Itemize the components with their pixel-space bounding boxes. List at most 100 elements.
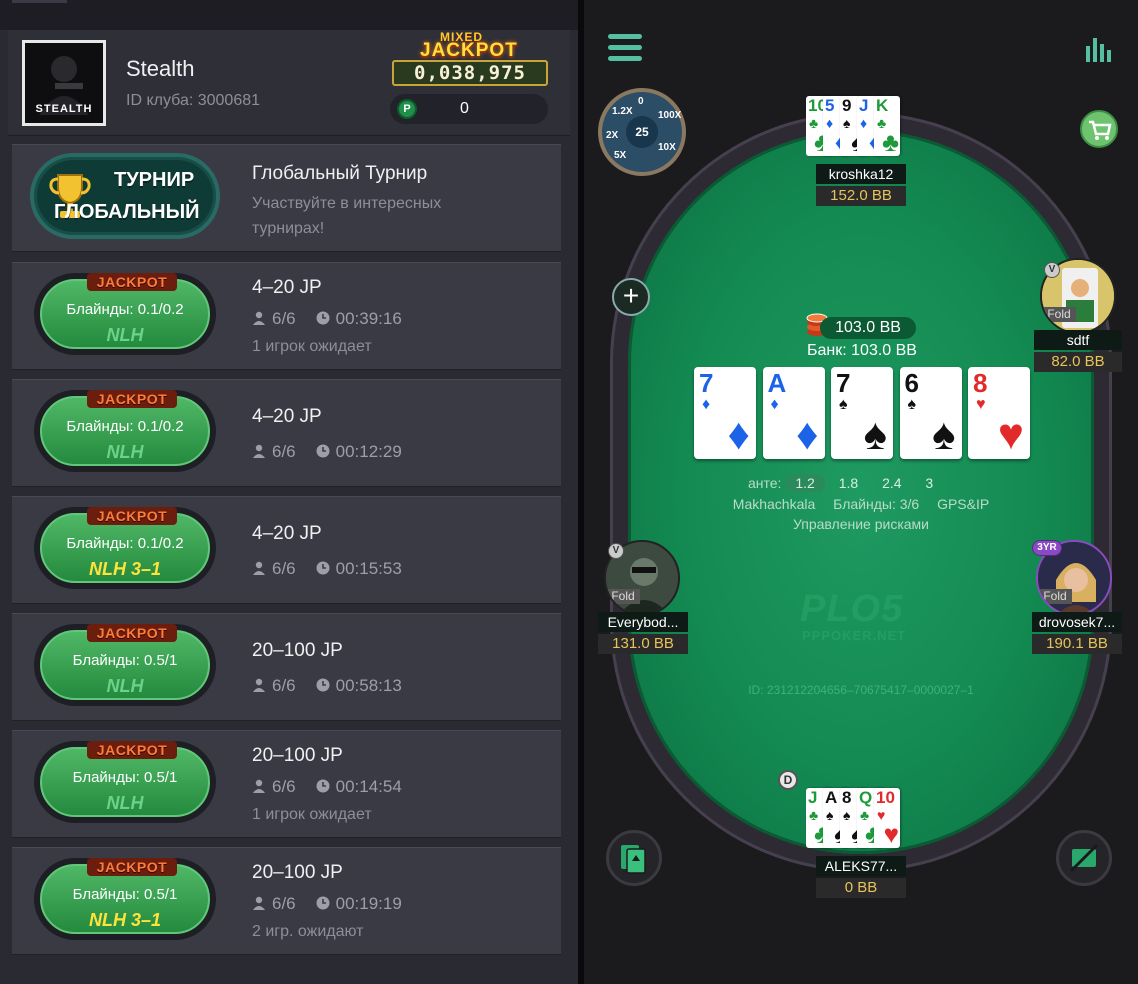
gps-ip-label: GPS&IP [937, 496, 990, 512]
game-title: 4–20 JP [252, 523, 322, 544]
jackpot-tag: JACKPOT [87, 273, 177, 291]
game-time: 00:15:53 [335, 559, 402, 578]
vip-badge: V [1044, 262, 1060, 278]
wheel-label: 1.2X [612, 106, 633, 117]
game-type: NLH [106, 793, 144, 813]
card-suit-large: ♦ [796, 410, 819, 459]
game-players: 6/6 [272, 894, 296, 913]
card-suit-large: ♥ [997, 410, 1024, 459]
game-time: 00:14:54 [335, 777, 402, 796]
lucky-wheel[interactable]: 1.2X 0 100X 10X 5X 2X 25 [598, 88, 686, 176]
game-blinds: Блайнды: 0.1/0.2 [66, 301, 184, 318]
card-suit: ♠ [843, 115, 851, 131]
game-time: 00:58:13 [335, 676, 402, 695]
top-indicator [12, 0, 67, 3]
card-rank: 8 [842, 788, 852, 807]
list-item-tournament[interactable]: ТУРНИР ГЛОБАЛЬНЫЙ Глобальный Турнир Учас… [12, 144, 561, 252]
game-type: NLH [106, 442, 144, 462]
table-row[interactable]: JACKPOT Блайнды: 0.1/0.2 NLH 4–20 JP 6/6… [12, 262, 561, 370]
game-waiting: 2 игр. ожидают [252, 923, 364, 940]
game-time: 00:19:19 [335, 894, 402, 913]
game-badge: JACKPOT Блайнды: 0.1/0.2 NLH 3–1 [34, 507, 216, 589]
avatar[interactable]: STEALTH [22, 40, 106, 126]
person-icon [253, 444, 265, 458]
playing-card: A ♦ ♦ [762, 367, 825, 459]
card-rank: 6 [904, 368, 919, 398]
game-title: 4–20 JP [252, 406, 322, 427]
club-lobby: STEALTH Stealth ID клуба: 3000681 MIXED … [0, 0, 578, 984]
game-meta: 6/6 00:12:29 [252, 442, 402, 462]
jackpot-counter: 0,038,975 [392, 60, 548, 86]
pot-bet: 103.0 BB [820, 317, 916, 339]
playing-card: 7 ♠ ♠ [831, 367, 893, 459]
hand-id: ID: 231212204656–70675417–0000027–1 [748, 683, 974, 697]
game-meta: 6/6 00:58:13 [252, 676, 402, 696]
no-cards-icon [1069, 843, 1099, 873]
card-rank: 7 [836, 368, 851, 398]
game-pill: JACKPOT Блайнды: 0.5/1 NLH [40, 741, 210, 817]
playing-card: 10 ♥ ♥ [874, 788, 900, 848]
jackpot-tag: JACKPOT [87, 858, 177, 876]
fold-label: Fold [606, 589, 640, 604]
tournament-badge-line1: ТУРНИР [114, 169, 195, 191]
game-blinds: Блайнды: 0.5/1 [72, 769, 178, 786]
game-blinds: Блайнды: 0.5/1 [72, 886, 178, 903]
ante-value[interactable]: 3 [915, 474, 943, 492]
playing-card: K ♣ ♣ [874, 96, 900, 156]
card-suit: ♠ [843, 807, 851, 823]
game-type: NLH [106, 325, 144, 345]
menu-line [608, 34, 642, 39]
cart-icon[interactable] [1080, 110, 1118, 148]
username: Stealth [126, 56, 195, 81]
clock-icon [316, 678, 330, 692]
game-time: 00:12:29 [335, 442, 402, 461]
tournament-desc-1: Участвуйте в интересных [252, 195, 442, 212]
card-suit-large: ♠ [932, 410, 956, 459]
table-row[interactable]: JACKPOT Блайнды: 0.5/1 NLH 20–100 JP 6/6… [12, 730, 561, 838]
game-type: NLH 3–1 [88, 910, 162, 930]
table-info: Makhachkala Блайнды: 3/6 GPS&IP [584, 496, 1138, 512]
tournament-badge-line2: ГЛОБАЛЬНЫЙ [54, 201, 200, 223]
table-row[interactable]: JACKPOT Блайнды: 0.5/1 NLH 20–100 JP 6/6… [12, 613, 561, 721]
chip-balance[interactable]: P 0 [390, 94, 548, 124]
spade-cards-icon [621, 845, 646, 874]
game-badge: JACKPOT Блайнды: 0.5/1 NLH 3–1 [34, 858, 216, 940]
game-title: 20–100 JP [252, 862, 343, 883]
person-icon [253, 678, 265, 692]
clock-icon [316, 896, 330, 910]
game-badge: JACKPOT Блайнды: 0.1/0.2 NLH [34, 273, 216, 355]
cards-button[interactable] [606, 830, 662, 886]
card-rank: K [876, 96, 889, 115]
card-suit: ♠ [907, 396, 917, 413]
stats-icon[interactable] [1084, 36, 1114, 62]
table-row[interactable]: JACKPOT Блайнды: 0.1/0.2 NLH 3–1 4–20 JP… [12, 496, 561, 604]
chip-balance-value: 0 [460, 100, 469, 117]
hide-cards-button[interactable] [1056, 830, 1112, 886]
ante-value[interactable]: 1.2 [785, 474, 825, 492]
game-time: 00:39:16 [335, 309, 402, 328]
table-row[interactable]: JACKPOT Блайнды: 0.5/1 NLH 3–1 20–100 JP… [12, 847, 561, 955]
menu-line [608, 45, 642, 50]
pot-bank: Банк: 103.0 BB [807, 342, 917, 359]
clock-icon [316, 561, 330, 575]
player-stack: 82.0 BB [1034, 352, 1122, 372]
wheel-center: 25 [626, 116, 658, 148]
cart-glyph [1089, 120, 1112, 140]
ante-value[interactable]: 2.4 [872, 474, 911, 492]
person-icon [253, 779, 265, 793]
game-waiting: 1 игрок ожидает [252, 806, 372, 823]
add-button[interactable]: + [612, 278, 650, 316]
ante-value[interactable]: 1.8 [829, 474, 868, 492]
table-row[interactable]: JACKPOT Блайнды: 0.1/0.2 NLH 4–20 JP 6/6… [12, 379, 561, 487]
card-suit: ♦ [702, 396, 711, 413]
jackpot-title: JACKPOT [420, 40, 518, 61]
game-title: 20–100 JP [252, 640, 343, 661]
table-blinds: Блайнды: 3/6 [833, 496, 920, 512]
fold-label: Fold [1038, 589, 1072, 604]
game-blinds: Блайнды: 0.1/0.2 [66, 418, 184, 435]
menu-icon[interactable] [608, 34, 642, 62]
mixed-jackpot-banner[interactable]: MIXED JACKPOT 0,038,975 [388, 30, 550, 86]
card-suit-large: ♦ [727, 410, 750, 459]
wheel-label: 5X [614, 150, 627, 161]
game-badge: JACKPOT Блайнды: 0.1/0.2 NLH [34, 390, 216, 472]
